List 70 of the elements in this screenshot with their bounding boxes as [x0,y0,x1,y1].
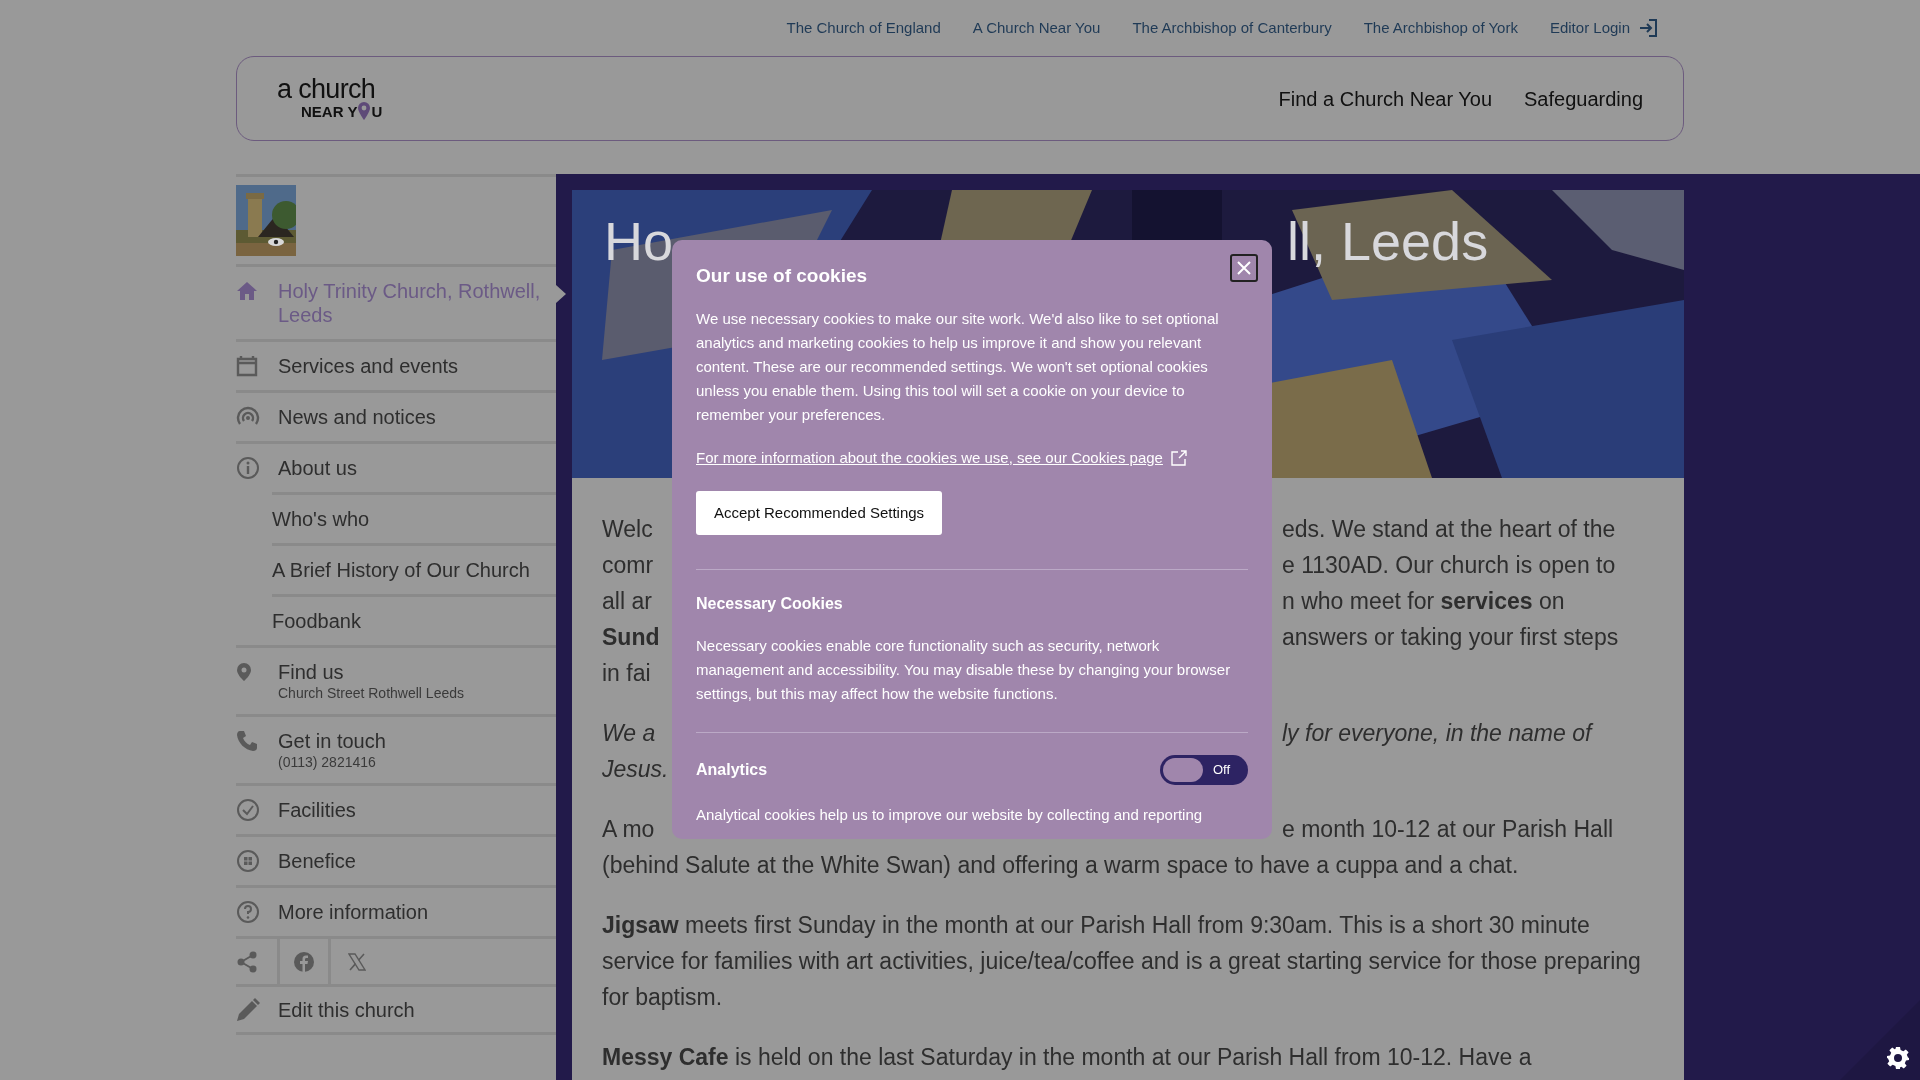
paragraph: Jigsaw meets first Sunday in the month at our Parish Hall from 9:30am. This is a short 30 minute service for families with art activities, juice/tea/coffee and is a great starting service for those preparing for baptism. [602,911,1642,1012]
sidebar-link[interactable]: About us [278,456,544,480]
sidebar-link[interactable]: Who's who [272,507,544,531]
paragraph-fragment: answers or taking your first steps [1282,623,1619,652]
help-icon [236,900,260,924]
paragraph: Messy Cafe is held on the last Saturday in the month at our Parish Hall from 10-12. Have a [602,1043,1533,1072]
paragraph-fragment: comr [602,551,655,580]
paragraph-fragment: e month 10-12 at our Parish Hall [1282,815,1614,844]
sidebar-link[interactable]: Services and events [278,354,544,378]
sidebar-link[interactable]: Benefice [278,849,544,873]
section-text: Analytical cookies help us to improve our website by collecting and reporting [696,805,1204,825]
sidebar-link[interactable]: More information [278,900,544,924]
section-title: Necessary Cookies [696,594,843,614]
share-icon [236,950,258,973]
paragraph-fragment: ly for everyone, in the name of [1282,719,1592,748]
paragraph-fragment: all ar [602,587,653,616]
close-icon [1236,260,1252,276]
toggle-switch[interactable]: Off [1160,755,1248,785]
dialog-text: We use necessary cookies to make our site work. We'd also like to set optional analytics and marketing cookies to help us improve it and show you relevant content. These are our recommended settings. We won't set optional cookies unless you enable them. Using this tool will set a cookie on your device to remember your preferences. [696,308,1220,425]
accept-settings-button[interactable]: Accept Recommended Settings [696,491,943,535]
site-logo[interactable]: a church NEAR Y U [277,76,383,121]
sidebar-link[interactable]: Get in touch [278,729,544,753]
x-logo-icon [347,952,366,971]
phone-icon [236,730,258,752]
sidebar-link[interactable]: News and notices [278,405,544,429]
paragraph-fragment: eds. We stand at the heart of the [1282,515,1616,544]
cookie-settings-button[interactable] [1840,1000,1920,1080]
top-link[interactable]: The Church of England [786,16,941,40]
paragraph-fragment: A mo [602,815,656,844]
paragraph-fragment: n who meet for services on [1282,587,1565,616]
dialog-title: Our use of cookies [696,264,868,288]
paragraph-fragment: e 1130AD. Our church is open to [1282,551,1616,580]
grid-circle-icon [236,849,260,873]
sidebar-link[interactable]: Find us [278,660,544,684]
paragraph-fragment: Jesus. [602,755,670,784]
external-link-icon [1170,449,1187,466]
settings-icon [1886,1046,1910,1070]
home-icon [236,281,258,301]
main-nav-link[interactable]: Safeguarding [1524,83,1643,114]
active-marker-icon [556,285,566,303]
check-circle-icon [236,798,260,822]
main-nav-link[interactable]: Find a Church Near You [1278,83,1492,114]
close-button[interactable] [1230,254,1258,282]
sign-in-icon [1638,18,1658,38]
top-link[interactable]: The Archbishop of Canterbury [1132,16,1332,40]
share-button[interactable] [236,939,280,984]
item-detail: Church Street Rothwell Leeds [278,684,465,702]
section-title: Analytics [696,760,768,780]
top-link[interactable]: The Archbishop of York [1363,16,1518,40]
sidebar-link[interactable]: Facilities [278,798,544,822]
sidebar-link[interactable]: Foodbank [272,609,544,633]
edit-church-link[interactable]: Edit this church [278,994,415,1025]
sidebar-link[interactable]: A Brief History of Our Church [272,558,544,582]
page-title: ll, Leeds [1287,214,1489,268]
page-title: Ho [604,214,675,268]
top-link[interactable]: A Church Near You [972,16,1101,40]
paragraph-fragment: Sund [602,623,661,652]
cookies-page-link[interactable]: For more information about the cookies we use, see our Cookies page [696,446,1187,469]
paragraph-fragment: We a [602,719,657,748]
facebook-icon [294,951,314,972]
item-detail: (0113) 2821416 [278,753,377,771]
pencil-icon [236,997,260,1022]
calendar-icon [236,355,258,377]
section-text: Necessary cookies enable core functionality such as security, network management and accessibility. You may disable these by changing your browser settings, but this may affect how the website functions. [696,636,1232,704]
paragraph: (behind Salute at the White Swan) and offering a warm space to have a cuppa and a chat. [602,851,1520,880]
top-link[interactable]: Editor Login [1549,16,1658,40]
paragraph-fragment: Welc [602,515,654,544]
info-icon [236,456,260,480]
paragraph-fragment: in fai [602,659,652,688]
pin-icon [236,662,252,682]
